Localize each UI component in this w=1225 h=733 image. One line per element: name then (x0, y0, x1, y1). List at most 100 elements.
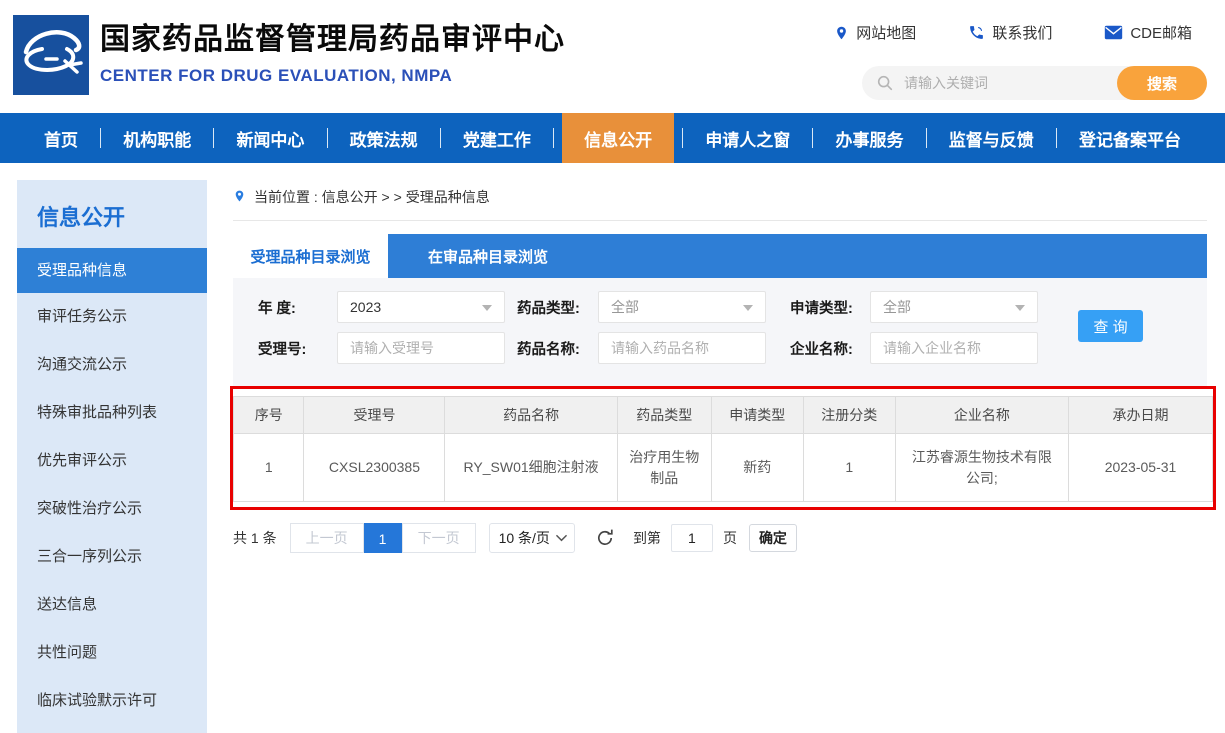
cde-logo (13, 15, 89, 95)
nav-item-party[interactable]: 党建工作 (449, 113, 545, 163)
nav-separator (100, 128, 101, 148)
year-select[interactable]: 2023 (337, 291, 505, 323)
sidebar-item-special-approval[interactable]: 特殊审批品种列表 (17, 389, 207, 437)
nav-item-functions[interactable]: 机构职能 (109, 113, 205, 163)
sidebar-item-review-tasks[interactable]: 审评任务公示 (17, 293, 207, 341)
drug-type-select-value: 全部 (611, 299, 639, 315)
nav-item-registration-platform[interactable]: 登记备案平台 (1065, 113, 1195, 163)
mailbox-label: CDE邮箱 (1130, 22, 1192, 43)
tab-accepted-catalog[interactable]: 受理品种目录浏览 (233, 234, 388, 278)
accept-no-input[interactable] (337, 332, 505, 364)
sitemap-link[interactable]: 网站地图 (834, 22, 916, 43)
sidebar-item-breakthrough-therapy[interactable]: 突破性治疗公示 (17, 485, 207, 533)
cell-acceptance-number: CXSL2300385 (304, 434, 445, 502)
nav-item-services[interactable]: 办事服务 (822, 113, 918, 163)
site-title-block: 国家药品监督管理局药品审评中心 CENTER FOR DRUG EVALUATI… (100, 14, 565, 86)
table-header-row: 序号 受理号 药品名称 药品类型 申请类型 注册分类 企业名称 承办日期 (234, 397, 1213, 434)
pagination: 共 1 条 上一页 1 下一页 10 条/页 到第 页 确定 (233, 523, 1207, 553)
col-drug-name: 药品名称 (445, 397, 617, 434)
highlight-rectangle: 序号 受理号 药品名称 药品类型 申请类型 注册分类 企业名称 承办日期 1 C… (230, 386, 1216, 510)
nav-separator (213, 128, 214, 148)
swallow-logo-icon (13, 15, 89, 95)
apply-type-select[interactable]: 全部 (870, 291, 1038, 323)
breadcrumb-text: 当前位置 : 信息公开 > > 受理品种信息 (254, 187, 490, 207)
page-unit-label: 页 (723, 528, 737, 548)
cell-handle-date: 2023-05-31 (1069, 434, 1213, 502)
breadcrumb: 当前位置 : 信息公开 > > 受理品种信息 (233, 182, 1207, 221)
table-row: 1 CXSL2300385 RY_SW01细胞注射液 治疗用生物制品 新药 1 … (234, 434, 1213, 502)
sidebar-item-priority-review[interactable]: 优先审评公示 (17, 437, 207, 485)
sidebar-item-accepted-varieties[interactable]: 受理品种信息 (17, 248, 207, 293)
sitemap-label: 网站地图 (856, 22, 916, 43)
search-input[interactable] (862, 66, 1112, 100)
chevron-down-icon (556, 534, 567, 542)
quick-links: 网站地图 联系我们 CDE邮箱 (834, 22, 1192, 43)
breadcrumb-pin-icon (233, 188, 246, 207)
tab-bar: 受理品种目录浏览 在审品种目录浏览 (233, 234, 1207, 278)
page-number-1[interactable]: 1 (364, 523, 402, 553)
nav-separator (327, 128, 328, 148)
chevron-down-icon (1015, 305, 1025, 311)
search-bar: 搜索 (862, 66, 1207, 100)
nav-item-home[interactable]: 首页 (30, 113, 92, 163)
page: 国家药品监督管理局药品审评中心 CENTER FOR DRUG EVALUATI… (0, 0, 1225, 733)
company-label: 企业名称: (790, 338, 870, 359)
prev-page-button[interactable]: 上一页 (290, 523, 364, 553)
company-input[interactable] (870, 332, 1038, 364)
filter-row-2: 受理号: 药品名称: 企业名称: (233, 332, 1207, 364)
cell-seq: 1 (234, 434, 304, 502)
site-title: 国家药品监督管理局药品审评中心 (100, 14, 565, 58)
main-content: 当前位置 : 信息公开 > > 受理品种信息 受理品种目录浏览 在审品种目录浏览… (233, 182, 1207, 553)
nav-separator (1056, 128, 1057, 148)
nav-separator (440, 128, 441, 148)
search-button[interactable]: 搜索 (1117, 66, 1207, 100)
goto-page-input[interactable] (671, 524, 713, 552)
phone-icon (968, 24, 985, 41)
sidebar-item-three-in-one[interactable]: 三合一序列公示 (17, 533, 207, 581)
page-size-select[interactable]: 10 条/页 (489, 523, 575, 553)
contact-link[interactable]: 联系我们 (968, 22, 1052, 43)
col-acceptance-number: 受理号 (304, 397, 445, 434)
nav-item-supervision[interactable]: 监督与反馈 (935, 113, 1048, 163)
drug-name-input[interactable] (598, 332, 766, 364)
col-registration-class: 注册分类 (803, 397, 895, 434)
next-page-button[interactable]: 下一页 (402, 523, 476, 553)
col-drug-type: 药品类型 (617, 397, 711, 434)
contact-label: 联系我们 (992, 22, 1052, 43)
sidebar-item-communication[interactable]: 沟通交流公示 (17, 341, 207, 389)
header: 国家药品监督管理局药品审评中心 CENTER FOR DRUG EVALUATI… (0, 0, 1225, 113)
nav-separator (812, 128, 813, 148)
mailbox-link[interactable]: CDE邮箱 (1104, 22, 1192, 43)
tab-under-review-catalog[interactable]: 在审品种目录浏览 (388, 234, 588, 278)
filter-panel: 年 度: 2023 药品类型: 全部 申请类型: 全部 受理号: (233, 278, 1207, 386)
confirm-button[interactable]: 确定 (749, 524, 797, 552)
nav-item-policies[interactable]: 政策法规 (336, 113, 432, 163)
sidebar-item-common-issues[interactable]: 共性问题 (17, 629, 207, 677)
query-button[interactable]: 查 询 (1078, 310, 1143, 342)
results-table: 序号 受理号 药品名称 药品类型 申请类型 注册分类 企业名称 承办日期 1 C… (233, 396, 1213, 502)
filter-row-1: 年 度: 2023 药品类型: 全部 申请类型: 全部 (233, 291, 1207, 323)
site-subtitle: CENTER FOR DRUG EVALUATION, NMPA (100, 66, 565, 86)
drug-name-label: 药品名称: (517, 338, 598, 359)
refresh-icon[interactable] (595, 528, 615, 548)
col-handle-date: 承办日期 (1069, 397, 1213, 434)
apply-type-label: 申请类型: (790, 297, 870, 318)
chevron-down-icon (743, 305, 753, 311)
sidebar-item-clinical-trial-implied-license[interactable]: 临床试验默示许可 (17, 677, 207, 725)
cell-registration-class: 1 (803, 434, 895, 502)
nav-item-news[interactable]: 新闻中心 (222, 113, 318, 163)
sidebar-item-delivery-info[interactable]: 送达信息 (17, 581, 207, 629)
sidebar-title: 信息公开 (17, 180, 207, 248)
nav-separator (553, 128, 554, 148)
nav-separator (926, 128, 927, 148)
goto-page-label: 到第 (633, 528, 661, 548)
accept-no-label: 受理号: (258, 338, 337, 359)
chevron-down-icon (482, 305, 492, 311)
year-select-value: 2023 (350, 299, 381, 315)
cell-drug-name: RY_SW01细胞注射液 (445, 434, 617, 502)
nav-item-info-disclosure[interactable]: 信息公开 (562, 113, 674, 163)
drug-type-select[interactable]: 全部 (598, 291, 766, 323)
apply-type-select-value: 全部 (883, 299, 911, 315)
location-pin-icon (834, 24, 849, 42)
nav-item-applicant-window[interactable]: 申请人之窗 (691, 113, 804, 163)
